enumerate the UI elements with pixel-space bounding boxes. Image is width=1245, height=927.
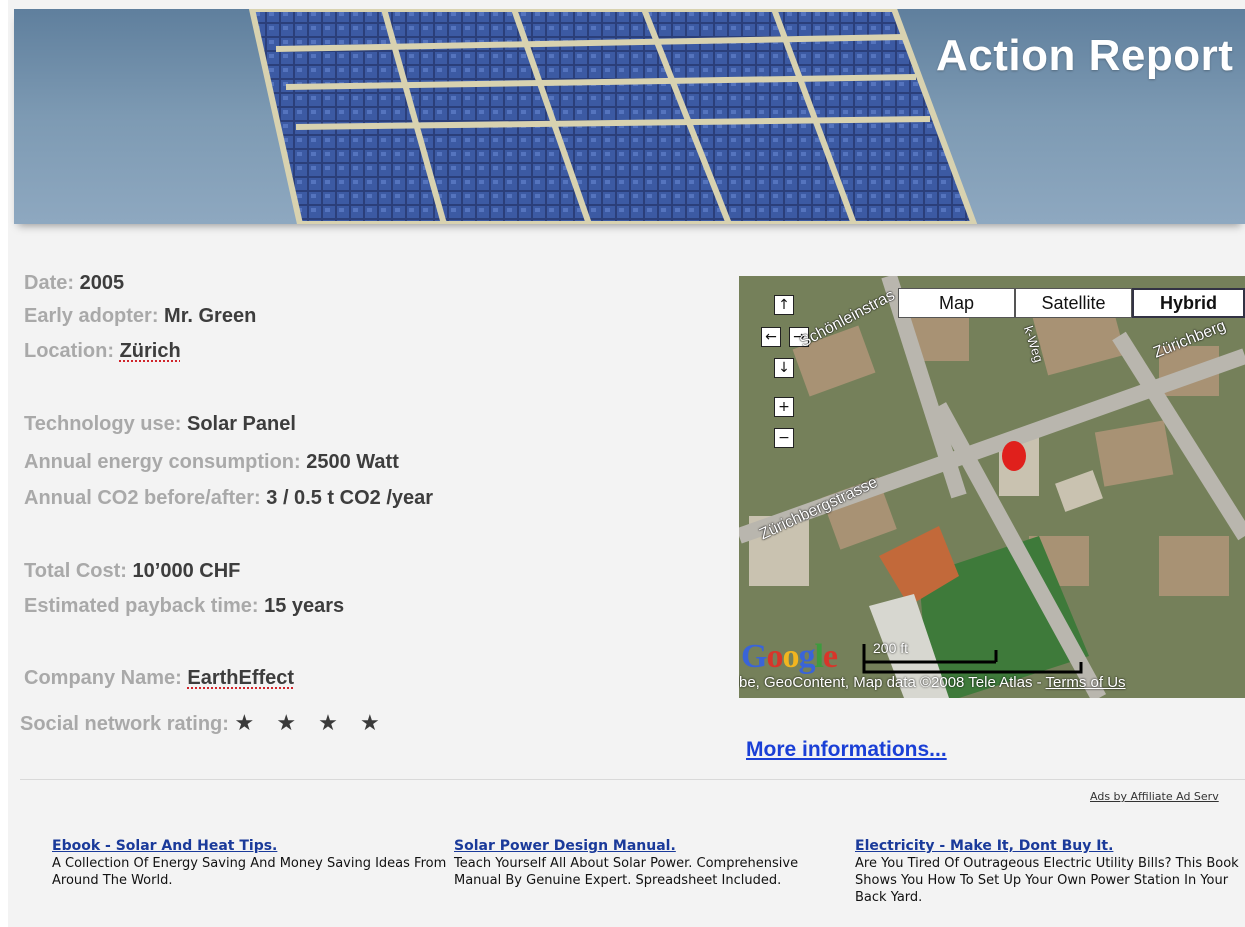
pan-left-icon[interactable]: ← bbox=[761, 327, 781, 347]
ad-description: Teach Yourself All About Solar Power. Co… bbox=[454, 856, 799, 888]
payback-row: Estimated payback time: 15 years bbox=[24, 595, 344, 618]
technology-label: Technology use: bbox=[24, 413, 182, 435]
company-value: EarthEffect bbox=[187, 667, 295, 689]
pan-down-icon[interactable]: ↓ bbox=[774, 358, 794, 378]
google-logo[interactable]: Google bbox=[741, 638, 838, 676]
ad-item: Ebook - Solar And Heat Tips. A Collectio… bbox=[52, 838, 447, 889]
map-type-hybrid-button[interactable]: Hybrid bbox=[1132, 288, 1245, 318]
location-row: Location: Zürich bbox=[24, 340, 181, 363]
ad-title-link[interactable]: Ebook - Solar And Heat Tips. bbox=[52, 838, 447, 854]
terms-of-use-link[interactable]: Terms of Us bbox=[1046, 674, 1126, 691]
rating-row: Social network rating: ★ ★ ★ ★ bbox=[20, 710, 388, 736]
section-divider bbox=[20, 779, 1245, 780]
header-banner: Action Report bbox=[14, 9, 1245, 224]
pan-up-icon[interactable]: ↑ bbox=[774, 295, 794, 315]
cost-value: 10’000 CHF bbox=[132, 560, 241, 582]
more-informations-link[interactable]: More informations... bbox=[746, 738, 947, 762]
page-title: Action Report bbox=[936, 31, 1234, 80]
technology-row: Technology use: Solar Panel bbox=[24, 413, 296, 436]
ads-by-link[interactable]: Ads by Affiliate Ad Serv bbox=[1090, 790, 1219, 803]
rating-label: Social network rating: bbox=[20, 713, 229, 735]
date-row: Date: 2005 bbox=[24, 272, 124, 295]
rating-stars: ★ ★ ★ ★ bbox=[234, 710, 388, 735]
location-marker-icon bbox=[1002, 441, 1026, 471]
ad-title-link[interactable]: Solar Power Design Manual. bbox=[454, 838, 824, 854]
zoom-out-icon[interactable]: − bbox=[774, 428, 794, 448]
energy-label: Annual energy consumption: bbox=[24, 451, 301, 473]
location-value: Zürich bbox=[119, 340, 181, 362]
adopter-value: Mr. Green bbox=[164, 305, 257, 327]
ad-title-link[interactable]: Electricity - Make It, Dont Buy It. bbox=[855, 838, 1240, 854]
ad-description: A Collection Of Energy Saving And Money … bbox=[52, 856, 447, 888]
cost-row: Total Cost: 10’000 CHF bbox=[24, 560, 240, 583]
location-map[interactable]: Map Satellite Hybrid ↑ ← → ↓ + − Schönle… bbox=[739, 276, 1245, 698]
adopter-row: Early adopter: Mr. Green bbox=[24, 305, 256, 328]
date-value: 2005 bbox=[79, 272, 125, 294]
ad-description: Are You Tired Of Outrageous Electric Uti… bbox=[855, 856, 1239, 905]
cost-label: Total Cost: bbox=[24, 560, 127, 582]
map-data-credit: be, GeoContent, Map data ©2008 Tele Atla… bbox=[739, 674, 1046, 691]
zoom-in-icon[interactable]: + bbox=[774, 397, 794, 417]
company-row: Company Name: EarthEffect bbox=[24, 667, 294, 690]
payback-label: Estimated payback time: bbox=[24, 595, 259, 617]
energy-row: Annual energy consumption: 2500 Watt bbox=[24, 451, 399, 474]
ad-item: Solar Power Design Manual. Teach Yoursel… bbox=[454, 838, 824, 889]
map-attribution: be, GeoContent, Map data ©2008 Tele Atla… bbox=[739, 674, 1126, 691]
payback-value: 15 years bbox=[264, 595, 345, 617]
map-type-map-button[interactable]: Map bbox=[898, 288, 1015, 318]
technology-value: Solar Panel bbox=[186, 413, 296, 435]
co2-value: 3 / 0.5 t CO2 /year bbox=[266, 487, 434, 509]
energy-value: 2500 Watt bbox=[306, 451, 399, 473]
location-label: Location: bbox=[24, 340, 114, 362]
adopter-label: Early adopter: bbox=[24, 305, 159, 327]
date-label: Date: bbox=[24, 272, 75, 294]
co2-row: Annual CO2 before/after: 3 / 0.5 t CO2 /… bbox=[24, 487, 433, 510]
ad-item: Electricity - Make It, Dont Buy It. Are … bbox=[855, 838, 1240, 906]
company-label: Company Name: bbox=[24, 667, 182, 689]
map-type-satellite-button[interactable]: Satellite bbox=[1015, 288, 1132, 318]
co2-label: Annual CO2 before/after: bbox=[24, 487, 261, 509]
